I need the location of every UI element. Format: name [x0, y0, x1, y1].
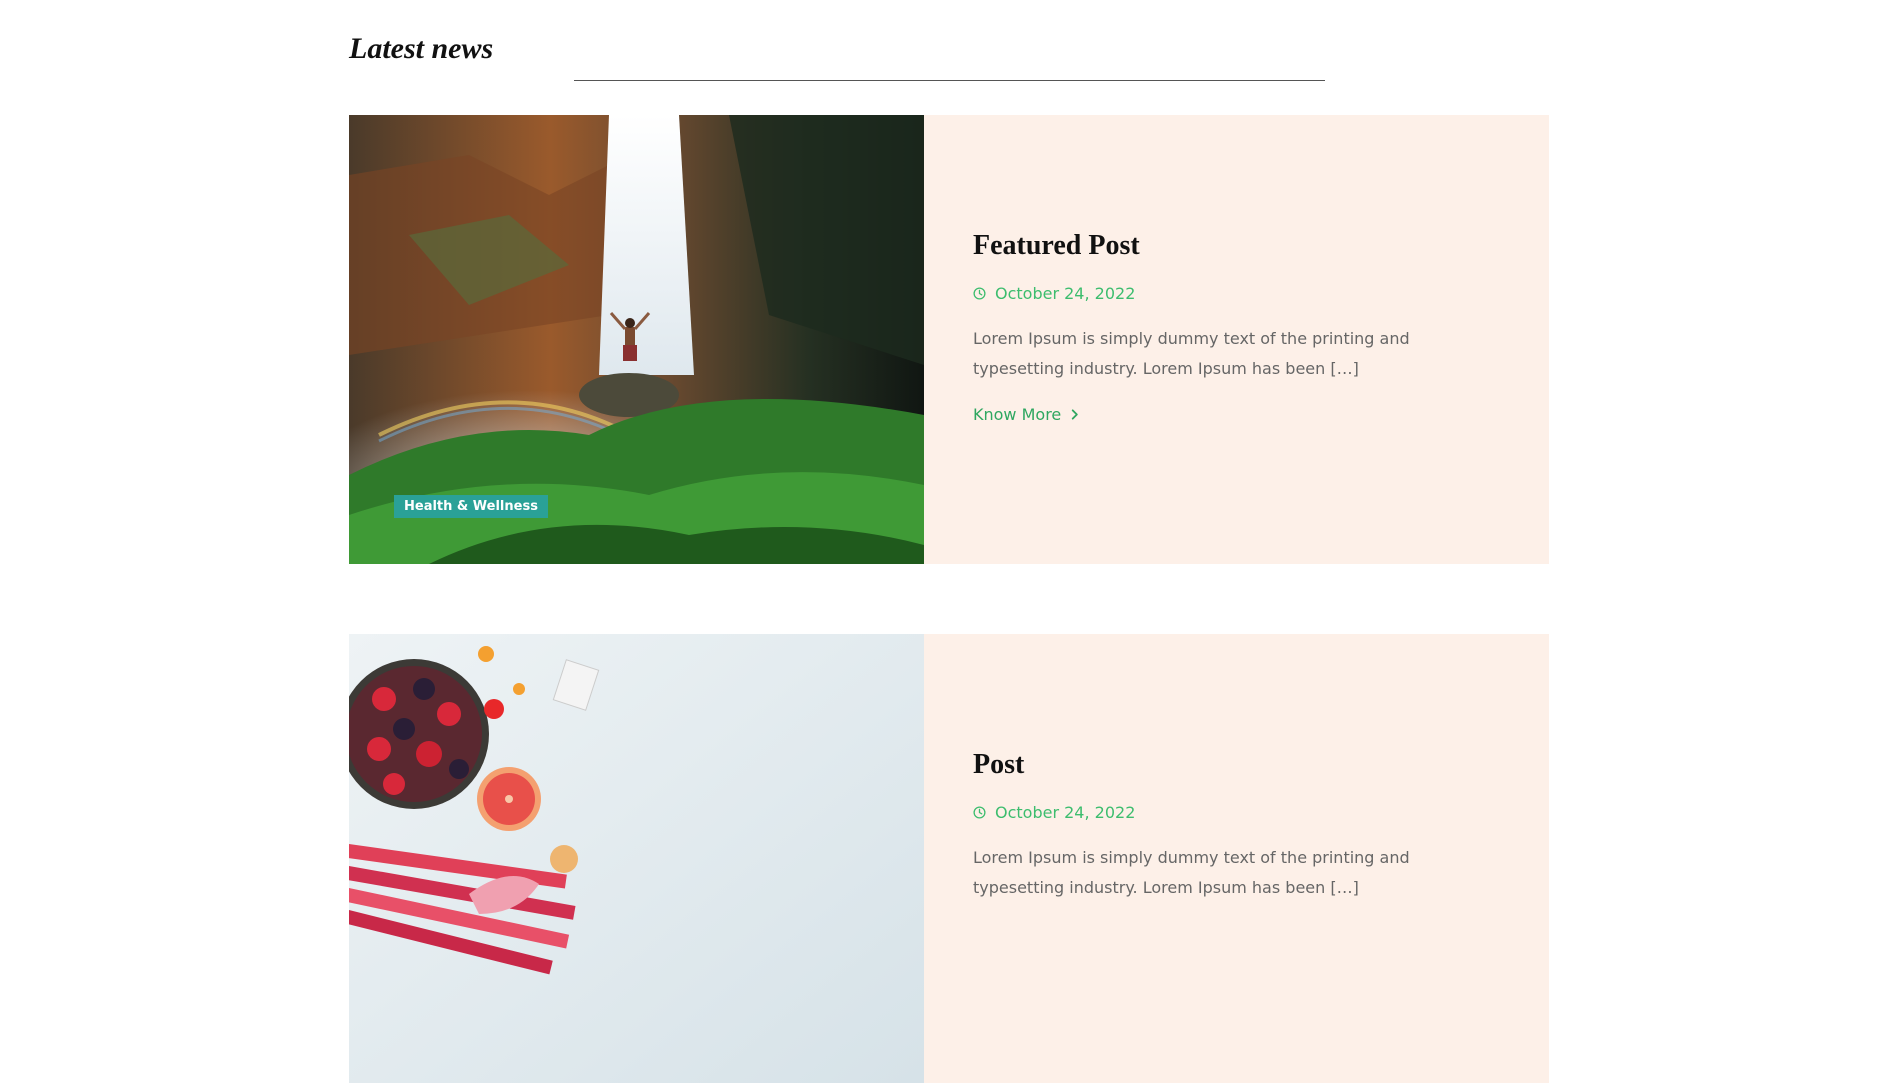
category-badge[interactable]: Health & Wellness [394, 495, 548, 518]
post-card-featured: Health & Wellness Featured Post October … [349, 115, 1549, 564]
section-divider [574, 80, 1325, 81]
latest-news-header: Latest news [349, 28, 1325, 88]
section-title: Latest news [349, 32, 494, 65]
chevron-right-icon [1072, 409, 1079, 420]
post-image-fruit[interactable] [349, 634, 924, 1083]
post-content: Featured Post October 24, 2022 Lorem Ips… [924, 115, 1549, 564]
post-card: Post October 24, 2022 Lorem Ipsum is sim… [349, 634, 1549, 1083]
post-title[interactable]: Post [973, 749, 1024, 781]
post-title[interactable]: Featured Post [973, 230, 1140, 262]
post-date-text: October 24, 2022 [995, 803, 1136, 822]
clock-icon [973, 287, 986, 300]
fruit-flatlay-photo [349, 634, 924, 1083]
post-date-text: October 24, 2022 [995, 284, 1136, 303]
post-excerpt: Lorem Ipsum is simply dummy text of the … [973, 848, 1410, 897]
post-content: Post October 24, 2022 Lorem Ipsum is sim… [924, 634, 1549, 1083]
post-image-waterfall[interactable]: Health & Wellness [349, 115, 924, 564]
know-more-label: Know More [973, 405, 1062, 424]
post-excerpt: Lorem Ipsum is simply dummy text of the … [973, 329, 1410, 378]
post-date: October 24, 2022 [973, 803, 1135, 822]
clock-icon [973, 806, 986, 819]
know-more-link[interactable]: Know More [973, 405, 1079, 424]
post-date: October 24, 2022 [973, 284, 1135, 303]
